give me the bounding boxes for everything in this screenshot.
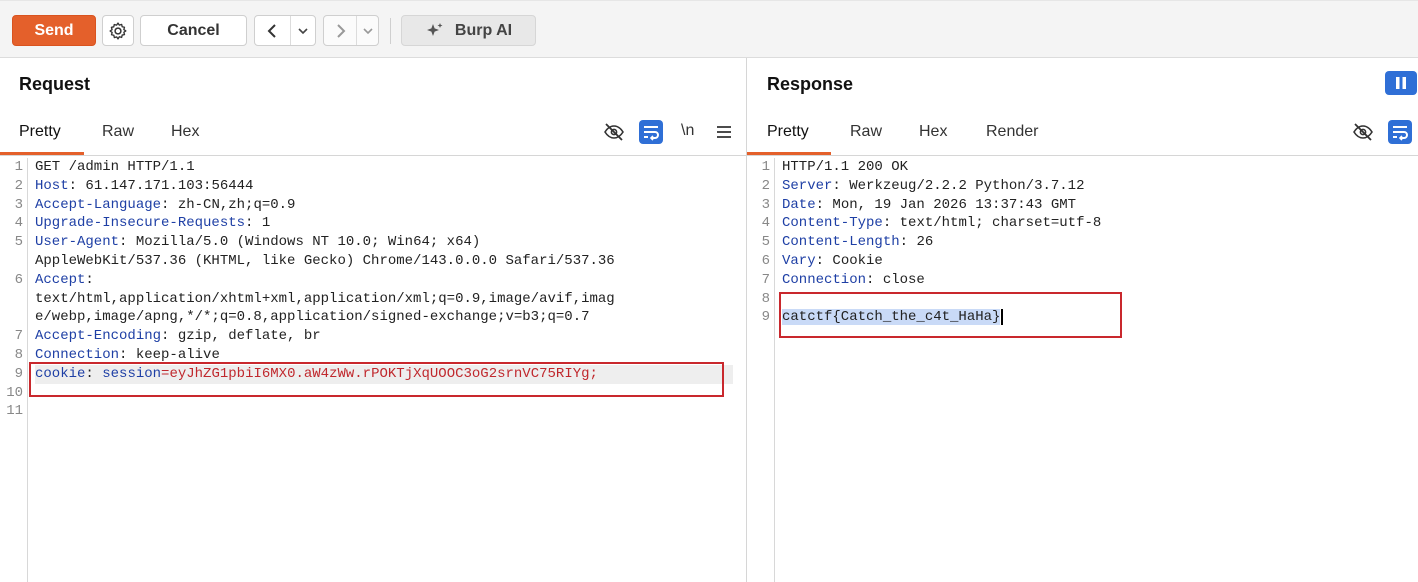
hide-nonprintable-icon[interactable]	[603, 122, 625, 142]
response-line: Connection: close	[782, 271, 925, 288]
request-line: User-Agent: Mozilla/5.0 (Windows NT 10.0…	[35, 234, 481, 251]
sparkle-icon	[426, 22, 443, 36]
request-tab-raw[interactable]: Raw	[102, 123, 134, 141]
cancel-button[interactable]: Cancel	[140, 15, 247, 46]
top-toolbar: Send Cancel Burp AI	[0, 0, 1418, 58]
send-button[interactable]: Send	[12, 15, 96, 46]
history-back-group	[254, 15, 316, 46]
pause-icon[interactable]	[1385, 71, 1417, 95]
hide-nonprintable-icon[interactable]	[1352, 122, 1374, 142]
chevron-down-icon	[298, 27, 308, 34]
back-history-dropdown[interactable]	[291, 16, 315, 45]
toolbar-separator	[390, 18, 391, 44]
response-line: Vary: Cookie	[782, 252, 883, 269]
request-line: text/html,application/xhtml+xml,applicat…	[35, 290, 615, 307]
burp-ai-button[interactable]: Burp AI	[401, 15, 536, 46]
response-line: HTTP/1.1 200 OK	[782, 159, 909, 175]
forward-history-dropdown[interactable]	[357, 16, 378, 45]
response-title: Response	[767, 74, 854, 94]
request-line-numbers: 1 2 3 4 5 6 7 8 9 10 11	[0, 158, 28, 582]
settings-button[interactable]	[102, 15, 134, 46]
request-line: AppleWebKit/537.36 (KHTML, like Gecko) C…	[35, 252, 615, 269]
burp-ai-label: Burp AI	[454, 21, 513, 39]
request-tab-pretty[interactable]: Pretty	[19, 123, 61, 141]
response-line-numbers: 123456789	[747, 158, 775, 582]
response-tab-hex[interactable]: Hex	[919, 123, 947, 141]
menu-icon[interactable]	[716, 125, 732, 139]
response-line: Content-Length: 26	[782, 234, 934, 251]
request-line: Upgrade-Insecure-Requests: 1	[35, 215, 271, 232]
request-line: e/webp,image/apng,*/*;q=0.8,application/…	[35, 309, 590, 326]
response-tab-render[interactable]: Render	[986, 123, 1038, 141]
newline-toggle[interactable]: \n	[681, 122, 694, 140]
chevron-right-icon	[337, 23, 346, 38]
gear-icon	[109, 21, 127, 40]
word-wrap-icon[interactable]	[639, 120, 663, 144]
response-tab-raw[interactable]: Raw	[850, 123, 882, 141]
history-forward-group	[323, 15, 379, 46]
response-line: Date: Mon, 19 Jan 2026 13:37:43 GMT	[782, 196, 1077, 213]
response-line: Server: Werkzeug/2.2.2 Python/3.7.12	[782, 177, 1085, 194]
request-line: GET /admin HTTP/1.1	[35, 159, 195, 175]
request-tabs-border	[0, 155, 746, 156]
response-tab-pretty[interactable]: Pretty	[767, 123, 809, 141]
request-line	[35, 402, 735, 421]
cookie-highlight-box	[29, 362, 724, 397]
request-title: Request	[19, 74, 91, 94]
response-tabs-border	[747, 155, 1418, 156]
chevron-down-icon	[362, 27, 373, 34]
back-button[interactable]	[255, 16, 291, 45]
request-line: Host: 61.147.171.103:56444	[35, 177, 254, 194]
chevron-left-icon	[267, 23, 276, 38]
request-line: Accept-Language: zh-CN,zh;q=0.9	[35, 196, 296, 213]
word-wrap-icon[interactable]	[1388, 120, 1412, 144]
flag-highlight-box	[779, 292, 1122, 338]
forward-button[interactable]	[324, 16, 357, 45]
response-line: Content-Type: text/html; charset=utf-8	[782, 215, 1102, 232]
request-line: Accept:	[35, 271, 94, 288]
request-tab-hex[interactable]: Hex	[171, 123, 199, 141]
request-line: Accept-Encoding: gzip, deflate, br	[35, 328, 321, 345]
